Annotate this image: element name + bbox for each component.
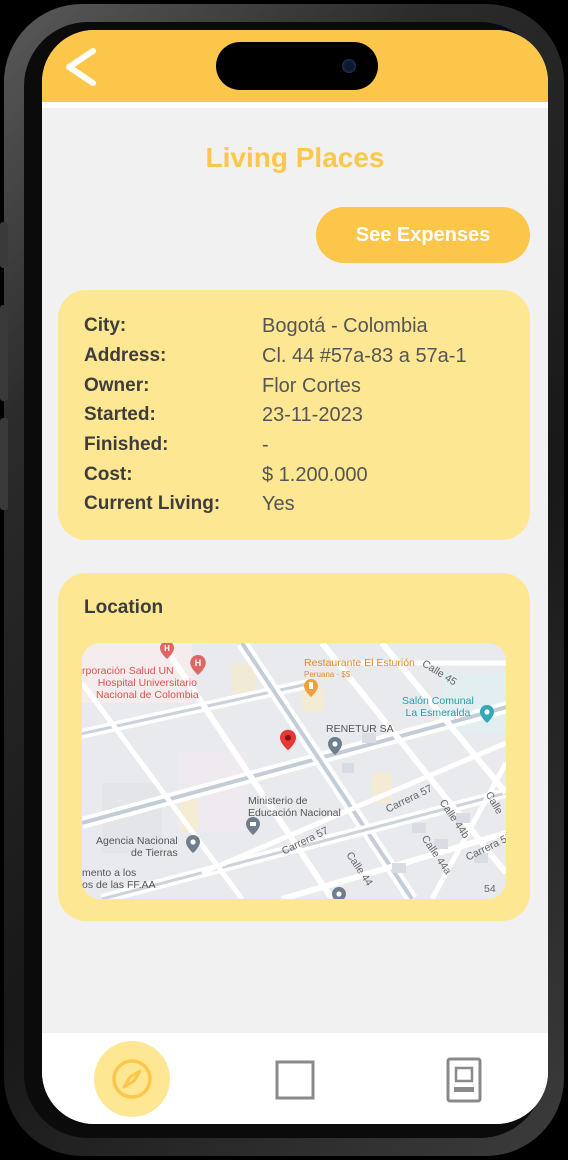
bottom-nav xyxy=(42,1033,548,1124)
hospital-pin-icon[interactable]: H xyxy=(190,655,206,675)
dynamic-island xyxy=(216,42,378,90)
community-pin-icon[interactable] xyxy=(480,705,494,723)
location-map[interactable]: H H rporación Salud UN Hospital Universi… xyxy=(82,643,506,899)
detail-row-cost: Cost: $ 1.200.000 xyxy=(84,460,520,490)
camera-lens xyxy=(342,59,356,73)
map-label-restaurant: Restaurante El Esturión xyxy=(304,657,415,669)
side-button-silent xyxy=(0,222,8,268)
detail-row-started: Started: 23-11-2023 xyxy=(84,400,520,430)
detail-value: Flor Cortes xyxy=(262,374,361,397)
detail-label: Address: xyxy=(84,345,167,366)
square-icon xyxy=(275,1060,315,1100)
map-label-mento: mento a los os de las FF.AA xyxy=(82,867,156,891)
detail-row-finished: Finished: - xyxy=(84,430,520,460)
map-pin-icon[interactable] xyxy=(280,729,296,751)
detail-row-address: Address: Cl. 44 #57a-83 a 57a-1 xyxy=(84,341,520,371)
detail-value: Cl. 44 #57a-83 a 57a-1 xyxy=(262,344,467,367)
detail-row-owner: Owner: Flor Cortes xyxy=(84,371,520,401)
side-button-volume-up xyxy=(0,305,8,401)
map-label-corporacion: rporación Salud UN xyxy=(82,665,174,677)
svg-text:H: H xyxy=(195,658,201,668)
living-place-details-card: City: Bogotá - Colombia Address: Cl. 44 … xyxy=(58,290,530,540)
nav-item-explore[interactable] xyxy=(94,1041,170,1117)
place-pin-icon[interactable] xyxy=(328,737,342,755)
detail-label: Started: xyxy=(84,404,156,425)
contact-card-icon xyxy=(446,1057,482,1103)
detail-row-city: City: Bogotá - Colombia xyxy=(84,311,520,341)
map-label-agencia: Agencia Nacional de Tierras xyxy=(96,835,178,859)
detail-label: Owner: xyxy=(84,375,150,396)
nav-item-profile[interactable] xyxy=(440,1053,488,1107)
side-button-volume-down xyxy=(0,418,8,510)
restaurant-pin-icon[interactable] xyxy=(304,679,318,697)
map-label-ministerio: Ministerio de Educación Nacional xyxy=(248,795,341,819)
back-button[interactable] xyxy=(56,44,106,90)
place-pin-icon[interactable] xyxy=(186,835,200,853)
detail-label: Finished: xyxy=(84,434,169,455)
detail-label: Cost: xyxy=(84,464,133,485)
detail-value: $ 1.200.000 xyxy=(262,463,368,486)
map-label-hospital: Hospital Universitario Nacional de Colom… xyxy=(96,677,199,701)
nav-item-square[interactable] xyxy=(270,1055,320,1105)
location-title: Location xyxy=(84,597,164,618)
svg-text:H: H xyxy=(164,644,170,653)
location-card: Location H H rporación Salud UN Hospital… xyxy=(58,573,530,921)
map-label-salon: Salón Comunal La Esmeralda xyxy=(402,695,474,719)
detail-value: 23-11-2023 xyxy=(262,403,363,426)
map-label-renetur: RENETUR SA xyxy=(326,723,394,735)
app-screen: Living Places See Expenses City: Bogotá … xyxy=(42,30,548,1124)
top-bar-divider xyxy=(42,102,548,108)
compass-icon xyxy=(112,1059,152,1099)
detail-value: Yes xyxy=(262,492,295,515)
place-pin-icon[interactable] xyxy=(332,887,346,899)
hospital-pin-icon[interactable]: H xyxy=(160,643,174,659)
map-label-number: 54 xyxy=(484,883,496,895)
chevron-left-icon xyxy=(66,48,96,86)
detail-label: City: xyxy=(84,315,127,336)
see-expenses-button[interactable]: See Expenses xyxy=(316,207,530,263)
map-label-peruana: Peruana · $$ xyxy=(304,670,351,679)
detail-label: Current Living: xyxy=(84,493,221,514)
detail-row-current-living: Current Living: Yes xyxy=(84,489,520,519)
government-pin-icon[interactable] xyxy=(246,817,260,835)
page-title: Living Places xyxy=(205,142,385,173)
detail-value: Bogotá - Colombia xyxy=(262,314,428,337)
detail-value: - xyxy=(262,433,269,456)
